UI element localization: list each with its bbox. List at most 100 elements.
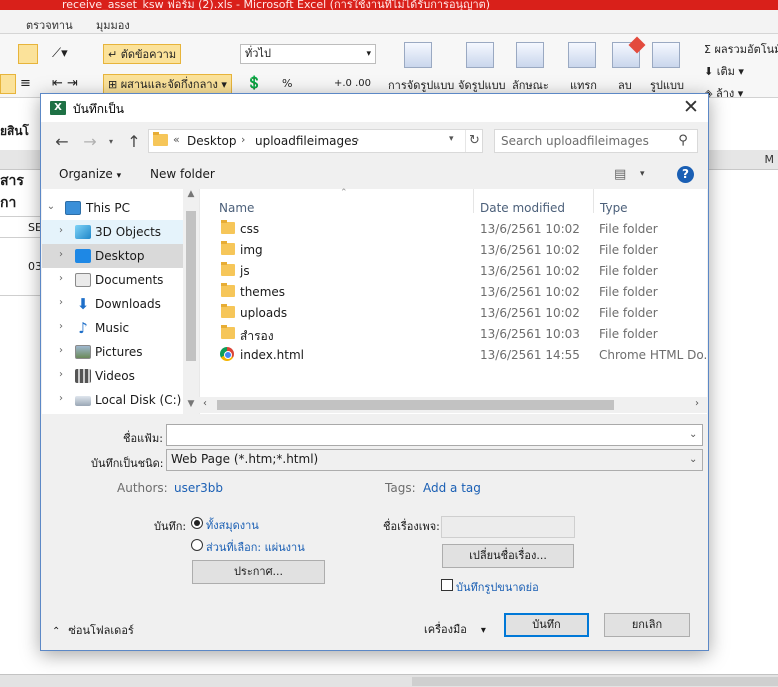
view-options-icon[interactable]: ▤ xyxy=(614,168,630,182)
align-left-icon[interactable] xyxy=(0,74,16,94)
forward-arrow-icon[interactable]: → xyxy=(79,132,101,152)
address-dropdown-icon[interactable]: ▾ xyxy=(449,134,454,144)
nav-item-3d-objects[interactable]: › 3D Objects xyxy=(42,220,183,244)
excel-ribbon: ⟋▾ ↵ ตัดข้อความ ทั่วไป ▾ ≡ ⇤ ⇥ ⊞ ผสานและจ… xyxy=(0,34,778,100)
refresh-icon[interactable]: ↻ xyxy=(465,130,483,152)
file-list-horizontal-scrollbar[interactable]: ‹ › xyxy=(199,397,707,413)
scroll-left-icon[interactable]: ‹ xyxy=(203,398,207,409)
recent-locations-chevron-icon[interactable]: ▾ xyxy=(105,132,117,152)
file-date: 13/6/2561 10:02 xyxy=(480,264,580,278)
insert-cells-icon[interactable] xyxy=(568,42,596,68)
expand-chevron-icon[interactable]: › xyxy=(56,393,66,404)
save-type-dropdown-icon[interactable]: ⌄ xyxy=(689,454,697,465)
collapse-chevron-icon[interactable]: ⌄ xyxy=(46,201,56,212)
cell-styles-icon[interactable] xyxy=(516,42,544,68)
delete-cells-icon[interactable] xyxy=(612,42,640,68)
close-button[interactable]: ✕ xyxy=(676,95,706,121)
indent-icon[interactable]: ⇤ ⇥ xyxy=(52,74,92,94)
nav-item-this-pc[interactable]: ⌄ This PC xyxy=(42,196,183,220)
file-row-css-visible[interactable]: css 13/6/2561 10:02 File folder xyxy=(199,219,707,240)
conditional-format-icon[interactable] xyxy=(404,42,432,68)
number-format-combo[interactable]: ทั่วไป ▾ xyxy=(240,44,376,64)
format-table-label[interactable]: จัดรูปแบบ xyxy=(458,76,506,94)
expand-chevron-icon[interactable]: › xyxy=(56,273,66,284)
address-recent-icon[interactable]: « xyxy=(173,133,180,146)
search-icon[interactable]: ⚲ xyxy=(675,133,691,149)
file-row-backup[interactable]: สำรอง 13/6/2561 10:03 File folder xyxy=(199,324,707,345)
scrollbar-thumb[interactable] xyxy=(186,211,196,361)
scrollbar-thumb[interactable] xyxy=(217,400,614,410)
back-arrow-icon[interactable]: ← xyxy=(51,132,73,152)
currency-icon[interactable]: 💲 xyxy=(246,74,266,94)
command-bar: Organize ▾ New folder ▤ ▾ ? xyxy=(41,162,708,188)
nav-label: Music xyxy=(95,321,130,335)
expand-chevron-icon[interactable]: › xyxy=(56,249,66,260)
align-center-icon[interactable]: ≡ xyxy=(20,74,36,94)
file-row-img-visible[interactable]: img 13/6/2561 10:02 File folder xyxy=(199,240,707,261)
autosum-button[interactable]: Σ ผลรวมอัตโนมัติ xyxy=(704,40,778,58)
filename-dropdown-icon[interactable]: ⌄ xyxy=(689,429,697,440)
file-row-themes-visible[interactable]: themes 13/6/2561 10:02 File folder xyxy=(199,282,707,303)
fill-button[interactable]: ⬇ เติม ▾ xyxy=(704,62,744,80)
nav-item-downloads[interactable]: › ⬇ Downloads xyxy=(42,292,183,316)
file-row-index-html[interactable]: index.html 13/6/2561 14:55 Chrome HTML D… xyxy=(199,345,707,366)
sheet-horizontal-scrollbar[interactable] xyxy=(412,677,778,686)
cell-row-1[interactable]: SE xyxy=(0,216,42,238)
cell-row-2[interactable]: 03 xyxy=(0,238,42,296)
format-label[interactable]: รูปแบบ xyxy=(650,76,684,94)
nav-item-pictures[interactable]: › Pictures xyxy=(42,340,183,364)
pictures-icon xyxy=(75,345,91,359)
cell-a-text[interactable]: ยสินโ xyxy=(0,122,40,144)
expand-chevron-icon[interactable]: › xyxy=(56,321,66,332)
breadcrumb-chevron-icon[interactable]: › xyxy=(241,133,245,146)
folder-icon xyxy=(221,262,235,276)
expand-chevron-icon[interactable]: › xyxy=(56,225,66,236)
orientation-icon[interactable]: ⟋▾ xyxy=(52,44,78,64)
nav-item-documents[interactable]: › Documents xyxy=(42,268,183,292)
breadcrumb-desktop[interactable]: Desktop xyxy=(187,134,237,148)
breadcrumb-chevron-icon[interactable]: › xyxy=(355,133,359,146)
help-icon[interactable]: ? xyxy=(677,166,694,183)
expand-chevron-icon[interactable]: › xyxy=(56,369,66,380)
file-row-uploads[interactable]: uploads 13/6/2561 10:02 File folder xyxy=(199,303,707,324)
dialog-title: บันทึกเป็น xyxy=(73,102,124,116)
wrap-text-button[interactable]: ↵ ตัดข้อความ xyxy=(103,44,182,64)
delete-label[interactable]: ลบ xyxy=(618,76,632,94)
search-box[interactable]: ⚲ xyxy=(494,129,698,153)
view-dropdown-icon[interactable]: ▾ xyxy=(640,169,645,179)
decimal-icon[interactable]: +.0 .00 xyxy=(334,74,374,94)
align-icon[interactable] xyxy=(18,44,38,64)
insert-label[interactable]: แทรก xyxy=(570,76,597,94)
conditional-format-label[interactable]: การจัดรูปแบบ xyxy=(388,76,454,94)
videos-icon xyxy=(75,369,91,383)
format-cells-icon[interactable] xyxy=(652,42,680,68)
breadcrumb-uploadfileimages[interactable]: uploadfileimages xyxy=(255,134,358,148)
percent-button[interactable]: % xyxy=(282,74,292,94)
address-bar[interactable]: « Desktop › uploadfileimages › ▾ ↻ xyxy=(148,129,483,153)
menu-view[interactable]: มุมมอง xyxy=(96,16,130,34)
nav-item-videos[interactable]: › Videos xyxy=(42,364,183,388)
new-folder-button[interactable]: New folder xyxy=(150,167,215,181)
organize-button[interactable]: Organize ▾ xyxy=(59,167,121,181)
merge-center-button[interactable]: ⊞ ผสานและจัดกึ่งกลาง ▾ xyxy=(103,74,232,94)
expand-chevron-icon[interactable]: › xyxy=(56,297,66,308)
scroll-down-icon[interactable]: ▼ xyxy=(183,399,199,413)
nav-item-desktop[interactable]: › Desktop xyxy=(42,244,183,268)
search-input[interactable] xyxy=(501,133,671,149)
filename-field[interactable]: ⌄ xyxy=(166,424,703,446)
cell-styles-label[interactable]: ลักษณะ xyxy=(512,76,549,94)
up-arrow-icon[interactable]: ↑ xyxy=(123,132,145,152)
menu-review[interactable]: ตรวจทาน xyxy=(26,16,73,34)
nav-item-music[interactable]: › ♪ Music xyxy=(42,316,183,340)
expand-chevron-icon[interactable]: › xyxy=(56,345,66,356)
nav-item-local-disk[interactable]: › Local Disk (C:) xyxy=(42,388,183,412)
excel-column-m-header[interactable]: M xyxy=(708,150,778,170)
navigation-scrollbar[interactable]: ▲ ▼ xyxy=(183,189,199,414)
format-table-icon[interactable] xyxy=(466,42,494,68)
file-row-js-visible[interactable]: js 13/6/2561 10:02 File folder xyxy=(199,261,707,282)
cell-b-text[interactable]: สารกา xyxy=(0,170,40,211)
save-type-select[interactable]: Web Page (*.htm;*.html) ⌄ xyxy=(166,449,703,471)
filename-input[interactable] xyxy=(171,427,681,443)
scroll-up-icon[interactable]: ▲ xyxy=(183,189,199,203)
scroll-right-icon[interactable]: › xyxy=(695,398,699,409)
